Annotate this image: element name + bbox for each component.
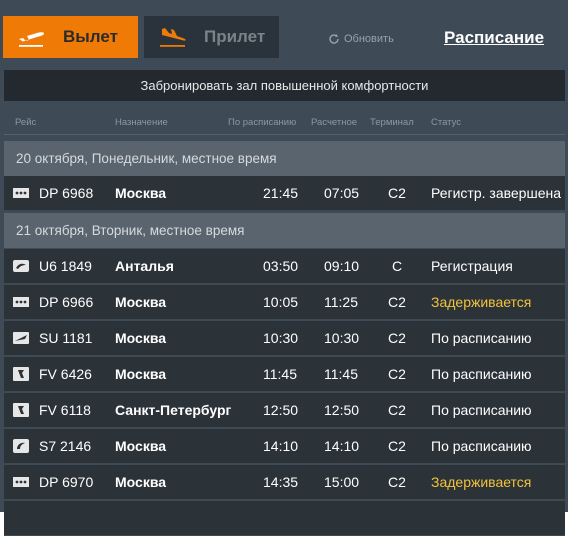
terminal: C2	[388, 438, 406, 454]
airline-logo-dp-icon	[13, 477, 29, 487]
flight-row[interactable]: DP 6970 Москва 14:35 15:00 C2 Задерживае…	[4, 465, 565, 500]
col-flight: Рейс	[15, 117, 37, 128]
scheduled-time: 21:45	[263, 185, 299, 201]
scheduled-time: 10:05	[263, 294, 299, 310]
flight-row[interactable]: DP 6968 Москва 21:45 07:05 C2 Регистр. з…	[4, 176, 565, 211]
terminal: C2	[388, 185, 406, 201]
flight-row[interactable]: FV 6426 Москва 11:45 11:45 C2 По расписа…	[4, 357, 565, 392]
estimated-time: 14:10	[324, 438, 360, 454]
schedule-link[interactable]: Расписание	[444, 28, 544, 48]
flight-number: FV 6426	[39, 366, 92, 382]
col-status: Статус	[431, 117, 462, 128]
flight-number: S7 2146	[39, 438, 92, 454]
estimated-time: 10:30	[324, 330, 360, 346]
tab-arrivals[interactable]: Прилет	[144, 16, 279, 58]
col-destination: Назначение	[115, 117, 168, 128]
scheduled-time: 10:30	[263, 330, 299, 346]
flight-number: SU 1181	[39, 330, 93, 346]
flight-status: Регистрация	[431, 258, 513, 274]
estimated-time: 09:10	[324, 258, 360, 274]
refresh-icon	[329, 34, 339, 44]
airline-logo-su-icon	[13, 332, 29, 344]
estimated-time: 12:50	[324, 402, 360, 418]
col-scheduled: По расписанию	[228, 117, 297, 128]
flight-status: Задерживается	[431, 474, 532, 490]
refresh-label: Обновить	[344, 33, 394, 45]
col-estimated: Расчетное	[311, 117, 358, 128]
column-headers: Рейс Назначение По расписанию Расчетное …	[0, 113, 568, 135]
destination: Москва	[115, 474, 167, 490]
destination: Москва	[115, 438, 167, 454]
terminal: C2	[388, 474, 406, 490]
scheduled-time: 12:50	[263, 402, 299, 418]
flight-row[interactable]: S7 2146 Москва 14:10 14:10 C2 По расписа…	[4, 429, 565, 464]
airline-logo-fv-icon	[13, 367, 29, 381]
estimated-time: 11:45	[324, 366, 358, 382]
estimated-time: 15:00	[324, 474, 360, 490]
flight-row[interactable]: U6 1849 Анталья 03:50 09:10 C Регистраци…	[4, 249, 565, 284]
divider	[4, 134, 565, 135]
flight-number: DP 6968	[39, 185, 94, 201]
flight-board: Вылет Прилет Обновить Расписание Заброни…	[0, 0, 568, 536]
flight-status: По расписанию	[431, 402, 532, 418]
airline-logo-fv-icon	[13, 403, 29, 417]
board-tabs: Вылет Прилет Обновить Расписание	[0, 0, 568, 66]
flight-status: По расписанию	[431, 438, 532, 454]
flight-row[interactable]: FV 6118 Санкт-Петербург 12:50 12:50 C2 П…	[4, 393, 565, 428]
flight-status: Задерживается	[431, 294, 532, 310]
destination: Санкт-Петербург	[115, 402, 232, 418]
estimated-time: 11:25	[324, 294, 358, 310]
destination: Анталья	[115, 258, 174, 274]
flight-number: U6 1849	[39, 258, 92, 274]
estimated-time: 07:05	[324, 185, 360, 201]
flight-row[interactable]: DP 6966 Москва 10:05 11:25 C2 Задерживае…	[4, 285, 565, 320]
flight-row[interactable]: SU 1181 Москва 10:30 10:30 C2 По расписа…	[4, 321, 565, 356]
flight-number: DP 6966	[39, 294, 94, 310]
terminal: C	[391, 258, 403, 274]
airline-logo-dp-icon	[13, 188, 29, 198]
terminal: C2	[388, 330, 406, 346]
col-terminal: Терминал	[370, 117, 414, 128]
flight-number: FV 6118	[39, 402, 91, 418]
refresh-button[interactable]: Обновить	[328, 33, 394, 45]
destination: Москва	[115, 294, 167, 310]
book-lounge-button[interactable]: Забронировать зал повышенной комфортност…	[4, 70, 565, 101]
destination: Москва	[115, 185, 167, 201]
scheduled-time: 14:10	[263, 438, 299, 454]
tab-arrivals-label: Прилет	[204, 27, 266, 46]
airline-logo-dp-icon	[13, 297, 29, 307]
tab-departures[interactable]: Вылет	[3, 16, 138, 58]
plane-landing-icon	[160, 28, 186, 47]
airline-logo-u6-icon	[13, 260, 29, 272]
tab-departures-label: Вылет	[63, 27, 118, 46]
flight-status: По расписанию	[431, 330, 532, 346]
scheduled-time: 14:35	[263, 474, 299, 490]
flight-status: По расписанию	[431, 366, 532, 382]
destination: Москва	[115, 366, 167, 382]
destination: Москва	[115, 330, 167, 346]
airline-logo-s7-icon	[13, 439, 29, 453]
terminal: C2	[388, 402, 406, 418]
scheduled-time: 03:50	[263, 258, 299, 274]
terminal: C2	[388, 366, 406, 382]
scheduled-time: 11:45	[263, 366, 297, 382]
flight-status: Регистр. завершена	[431, 185, 562, 201]
flight-number: DP 6970	[39, 474, 94, 490]
day-header: 21 октября, Вторник, местное время	[4, 213, 565, 248]
flight-row[interactable]	[4, 501, 565, 536]
terminal: C2	[388, 294, 406, 310]
day-header: 20 октября, Понедельник, местное время	[4, 141, 565, 176]
plane-takeoff-icon	[19, 32, 44, 47]
